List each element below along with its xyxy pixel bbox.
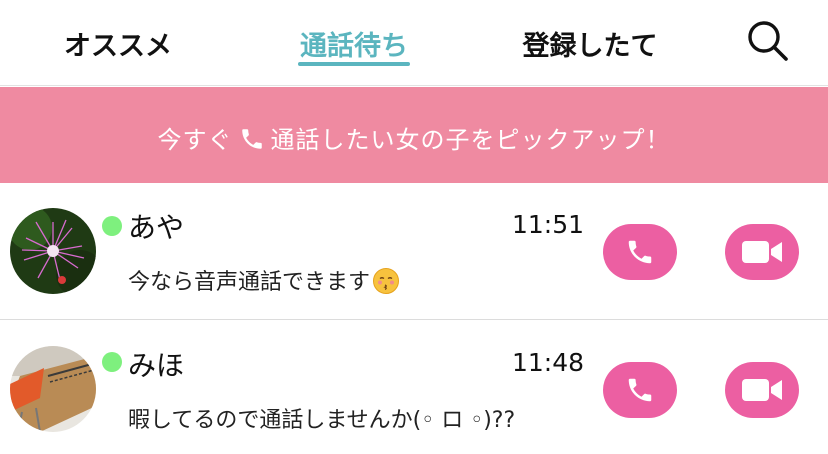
tab-newly-registered[interactable]: 登録したて <box>517 24 663 64</box>
video-camera-icon <box>742 241 782 263</box>
search-button[interactable] <box>744 18 792 66</box>
video-call-button[interactable] <box>725 224 799 280</box>
online-status-dot <box>102 216 122 236</box>
message-preview: 暇してるので通話しませんか(◦ ロ ◦)?? <box>128 402 515 434</box>
kissing-face-icon <box>372 267 400 295</box>
banner-text: 今すぐ 通話したい女の子をピックアップ！ <box>0 120 828 158</box>
message-text: 暇してるので通話しませんか(◦ ロ ◦)?? <box>128 408 516 433</box>
pickup-banner[interactable]: 今すぐ 通話したい女の子をピックアップ！ <box>0 87 828 183</box>
user-row[interactable]: みほ 11:48 暇してるので通話しませんか(◦ ロ ◦)?? <box>0 320 828 454</box>
voice-call-button[interactable] <box>603 362 677 418</box>
banner-text-before: 今すぐ <box>157 126 233 154</box>
voice-call-button[interactable] <box>603 224 677 280</box>
phone-icon <box>628 240 652 264</box>
message-preview: 今なら音声通話できます <box>128 264 400 296</box>
active-tab-indicator <box>298 62 410 66</box>
video-call-button[interactable] <box>725 362 799 418</box>
video-camera-icon <box>742 379 782 401</box>
banner-text-after: 通話したい女の子をピックアップ！ <box>270 126 671 154</box>
avatar[interactable] <box>10 346 96 432</box>
user-row[interactable]: あや 11:51 今なら音声通話できます <box>0 184 828 320</box>
tab-recommended[interactable]: オススメ <box>60 24 176 64</box>
user-name[interactable]: あや <box>128 206 184 246</box>
tab-waiting-for-call[interactable]: 通話待ち <box>294 24 414 64</box>
phone-icon <box>628 378 652 402</box>
tab-bar: オススメ 通話待ち 登録したて <box>0 0 828 86</box>
message-time: 11:51 <box>512 210 585 239</box>
message-text: 今なら音声通話できます <box>128 270 371 295</box>
user-name[interactable]: みほ <box>128 344 184 384</box>
phone-icon <box>239 126 265 158</box>
avatar[interactable] <box>10 208 96 294</box>
message-time: 11:48 <box>512 348 585 377</box>
search-icon <box>748 21 788 61</box>
online-status-dot <box>102 352 122 372</box>
